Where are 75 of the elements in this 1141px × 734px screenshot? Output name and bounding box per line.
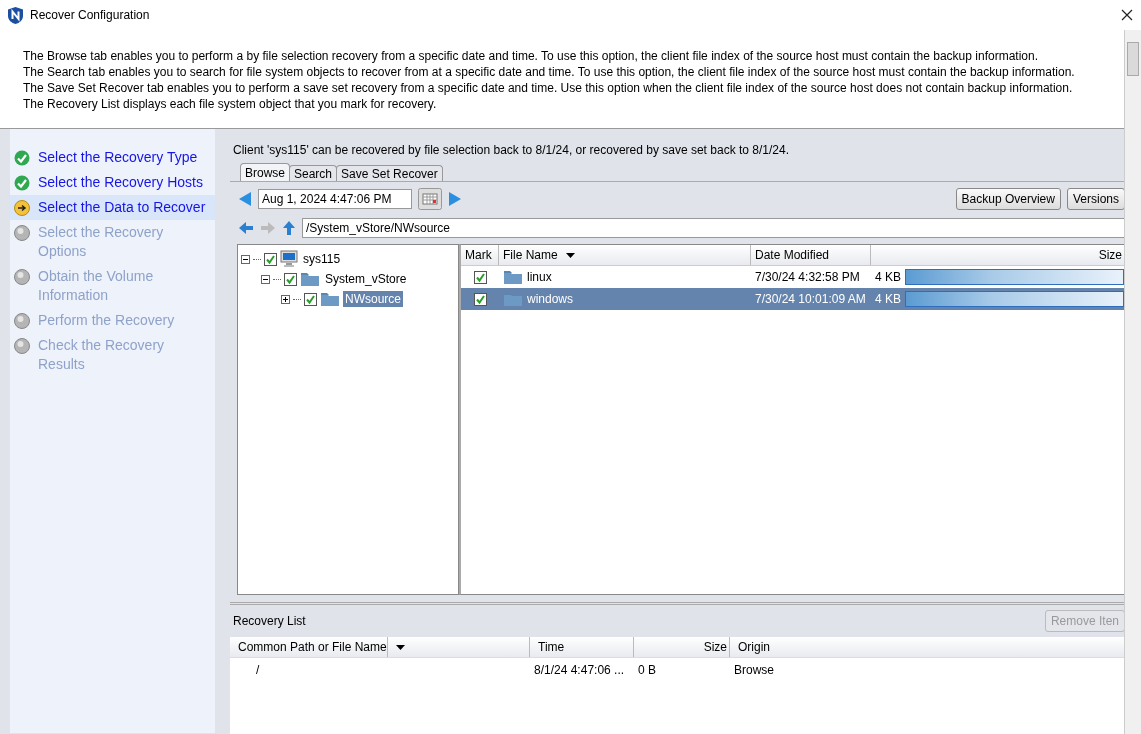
circle-icon [14,225,30,241]
back-icon[interactable] [238,221,254,235]
check-icon [14,175,30,191]
date-cell-text: 7/30/24 10:01:09 AM [754,292,867,306]
file-name: linux [527,270,552,284]
file-row[interactable]: linux 7/30/24 4:32:58 PM 4 KB [461,266,1124,288]
origin-cell-text: Browse [733,662,775,679]
description-text: The Recovery List displays each file system object that you mark for recovery. [23,96,438,112]
step-label: Select the Recovery Options [38,223,165,261]
description-text: The Browse tab enables you to perform a by file selection recovery from a specific date and time. To use this option, the client file index of the source host must contain the backup information. [23,48,1039,64]
step-label: Obtain the Volume Information [38,267,155,305]
previous-icon[interactable] [238,191,252,207]
tab[interactable]: Search [289,165,338,181]
sort-icon [565,252,575,258]
description-text: The Save Set Recover tab enables you to perform a save set recovery from a specific date and time. Use this option when the client file index of the source host does not contain backup information. [23,80,1074,96]
client-info-text: Client 'sys115' can be recovered by file selection back to 8/1/24, or recovered by save set back to 8/1/24. [233,143,790,157]
path-cell-text: / [255,662,261,679]
checkbox[interactable] [264,252,277,266]
step-label: Select the Recovery Hosts [38,173,203,192]
date-field[interactable]: Aug 1, 2024 4:47:06 PM [258,189,412,209]
step-label: Check the Recovery Results [38,336,166,374]
column-header[interactable]: File Name [499,245,751,265]
circle-icon [14,338,30,354]
collapse-icon[interactable] [261,274,270,284]
column-header[interactable]: Common Path or File Name [230,637,530,657]
size-cell: 4 KB [875,270,901,284]
time-cell-text: 8/1/24 4:47:06 ... [533,662,626,679]
up-icon[interactable] [282,220,296,236]
sort-icon [395,644,405,650]
step-label: Select the Data to Recover [38,198,206,217]
app-logo-icon [8,6,23,24]
next-icon[interactable] [448,191,462,207]
file-row[interactable]: windows 7/30/24 10:01:09 AM 4 KB [461,288,1124,310]
tab[interactable]: Browse [240,163,290,181]
checkbox[interactable] [284,272,297,286]
tree-node[interactable]: sys115 [301,251,343,267]
checkbox[interactable] [473,292,487,306]
path-field[interactable]: /System_vStore/NWsource [302,218,1125,238]
tree-node[interactable]: NWsource [343,291,403,307]
column-header[interactable]: Mark [461,245,499,265]
close-icon[interactable] [1121,9,1133,21]
step-item[interactable]: Select the Data to Recover [10,195,215,220]
section-title: Recovery List [233,614,307,628]
column-header[interactable]: Date Modified [751,245,871,265]
collapse-icon[interactable] [241,254,250,264]
column-header[interactable]: Origin [730,637,1125,657]
column-header[interactable]: Time [530,637,634,657]
size-cell: 4 KB [875,292,901,306]
expand-icon[interactable] [281,294,290,304]
forward-icon [260,221,276,235]
column-header[interactable]: Size [871,245,1124,265]
checkbox[interactable] [304,292,317,306]
column-header[interactable]: Size [634,637,730,657]
checkbox[interactable] [473,270,487,284]
folder-icon [503,269,523,285]
date-cell-text: 7/30/24 4:32:58 PM [754,270,861,284]
calendar-icon[interactable] [418,188,442,210]
description-text: The Search tab enables you to search for file system objects to recover from at a specific date and time. To use this option, the client file index of the source host must contain the backup information. [23,64,1076,80]
step-label: Perform the Recovery [38,311,175,330]
file-name: windows [527,292,574,306]
step-item[interactable]: Select the Recovery Type [10,145,215,170]
folder-icon [320,291,340,307]
toolbar-button[interactable]: Backup Overview [955,188,1061,210]
circle-icon [14,313,30,329]
folder-icon [300,271,320,287]
step-label: Select the Recovery Type [38,148,198,167]
check-icon [14,150,30,166]
step-item[interactable]: Select the Recovery Hosts [10,170,215,195]
tab[interactable]: Save Set Recover [336,165,443,181]
window-title: Recover Configuration [30,8,151,22]
tree-node[interactable]: System_vStore [323,271,409,287]
toolbar-button[interactable]: Versions [1066,188,1125,210]
size-cell-text: 0 B [637,662,657,679]
circle-icon [14,269,30,285]
computer-icon [280,250,298,268]
